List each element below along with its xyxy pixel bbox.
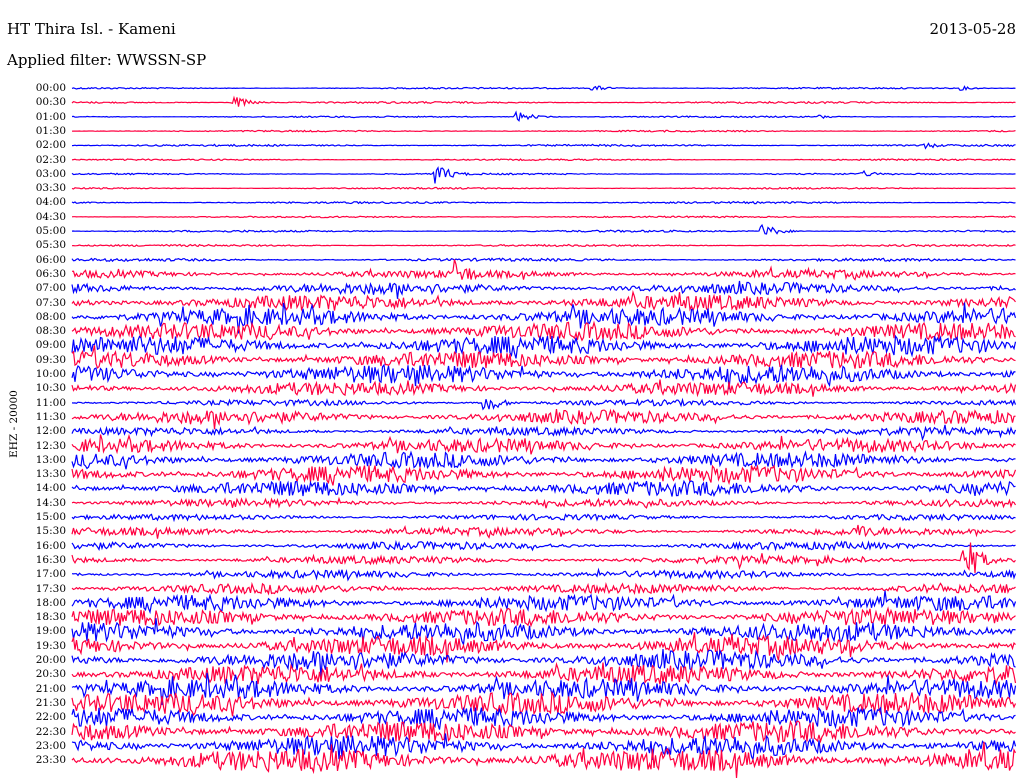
trace-row-0530 bbox=[71, 243, 1016, 248]
trace-row-0630 bbox=[71, 259, 1016, 281]
trace-row-0200 bbox=[71, 142, 1016, 150]
trace-row-0300 bbox=[71, 166, 1016, 184]
trace-row-0500 bbox=[71, 223, 1016, 235]
trace-row-0100 bbox=[71, 110, 1016, 122]
trace-row-1430 bbox=[71, 496, 1017, 509]
trace-row-1530 bbox=[71, 524, 1016, 539]
trace-row-0800 bbox=[71, 302, 1017, 334]
trace-row-2030 bbox=[71, 661, 1017, 686]
trace-row-1230 bbox=[71, 433, 1016, 455]
trace-row-1800 bbox=[71, 590, 1017, 615]
trace-row-0900 bbox=[71, 334, 1017, 359]
trace-row-0400 bbox=[71, 200, 1016, 205]
trace-row-1300 bbox=[71, 450, 1016, 470]
trace-row-1730 bbox=[71, 581, 1016, 596]
trace-row-0000 bbox=[71, 85, 1016, 91]
trace-row-1100 bbox=[71, 397, 1017, 411]
trace-row-1200 bbox=[71, 424, 1017, 442]
trace-row-0700 bbox=[71, 280, 1016, 299]
helicorder-plot bbox=[71, 85, 1017, 779]
trace-row-1700 bbox=[71, 567, 1017, 582]
trace-row-0830 bbox=[71, 320, 1016, 342]
trace-row-1330 bbox=[71, 464, 1017, 486]
trace-row-0130 bbox=[71, 129, 1016, 133]
trace-row-1000 bbox=[71, 363, 1016, 390]
trace-row-1130 bbox=[71, 408, 1016, 430]
trace-row-1600 bbox=[71, 539, 1016, 552]
trace-row-0430 bbox=[71, 215, 1016, 219]
trace-row-0030 bbox=[71, 95, 1016, 108]
trace-row-2230 bbox=[71, 719, 1016, 744]
trace-row-1630 bbox=[71, 542, 1016, 573]
trace-row-0330 bbox=[71, 186, 1016, 190]
trace-row-0230 bbox=[71, 158, 1016, 162]
trace-row-1500 bbox=[71, 513, 1016, 523]
trace-row-0730 bbox=[71, 289, 1016, 312]
trace-row-1030 bbox=[71, 379, 1017, 398]
trace-row-1400 bbox=[71, 479, 1016, 498]
trace-row-1830 bbox=[71, 606, 1016, 628]
trace-row-0600 bbox=[71, 257, 1016, 263]
